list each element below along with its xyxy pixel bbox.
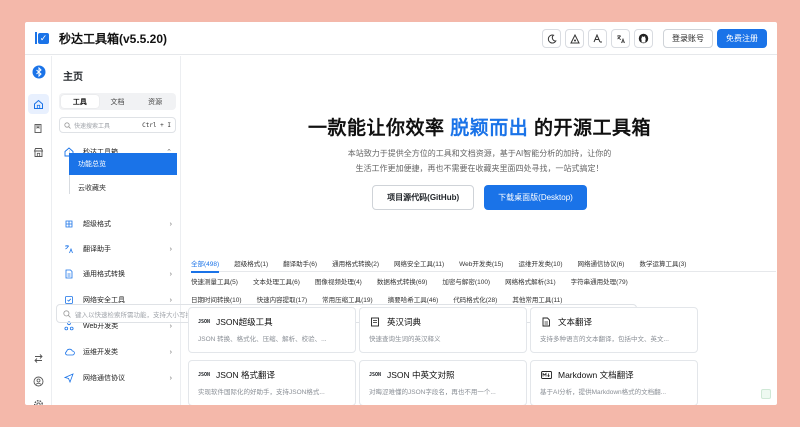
hero-desc-line: 本站致力于提供全方位的工具和文档资源，基于AI智能分析的加持，让你的 [347, 149, 612, 158]
sidebar-item-devops[interactable]: 运维开发类 › [59, 341, 176, 363]
chevron-right-icon: › [169, 374, 172, 382]
chevron-right-icon: › [169, 220, 172, 228]
sidebar-item-label: 运维开发类 [83, 349, 118, 356]
category-filter[interactable]: 快速测量工具(5) [191, 276, 238, 286]
floating-status-icon[interactable] [761, 389, 771, 399]
bookmark-icon[interactable] [28, 118, 49, 138]
github-icon[interactable] [634, 29, 653, 48]
category-filter[interactable]: 日期时间转换(10) [191, 294, 242, 304]
translate-icon[interactable] [611, 29, 630, 48]
category-filter[interactable]: 运维开发类(10) [518, 258, 562, 268]
app-window: ✓ 秒达工具箱(v5.5.20) 登录账号 免费注册 主页 工具 文档 资源 快… [25, 22, 777, 405]
tool-card-description: JSON 转换、格式化、压缩、解析、校验、... [198, 336, 327, 343]
chevron-right-icon: › [169, 322, 172, 330]
dictionary-icon [369, 317, 381, 327]
tool-card[interactable]: JSON JSON 格式翻译实现软件国际化的好助手，支持JSON格式... [188, 360, 356, 405]
tool-card[interactable]: Markdown 文档翻译基于AI分析，提供Markdown格式的文档翻... [530, 360, 698, 405]
sidebar-item-format-convert[interactable]: 通用格式转换 › [59, 263, 176, 285]
category-filter[interactable]: 全部(498) [191, 258, 220, 273]
category-filter[interactable]: 摘要哈希工具(46) [388, 294, 439, 304]
tool-card-title: 英汉词典 [387, 317, 422, 327]
category-filter[interactable]: 通用格式转换(2) [332, 258, 379, 268]
category-filter[interactable]: 翻译助手(6) [283, 258, 317, 268]
category-filter[interactable]: 数学运算工具(3) [639, 258, 686, 268]
category-filters: 全部(498) 超级格式(1) 翻译助手(6) 通用格式转换(2) 网络安全工具(11)… [191, 254, 776, 308]
category-filter[interactable]: Web开发类(15) [459, 258, 503, 268]
left-rail [25, 56, 52, 405]
sidebar-item-network-protocol[interactable]: 网络通信协议 › [59, 367, 176, 389]
tool-card[interactable]: JSON JSON超级工具 JSON 转换、格式化、压缩、解析、校验、... [188, 307, 356, 353]
category-filter[interactable]: 常用压缩工具(19) [322, 294, 373, 304]
category-filter[interactable]: 加密与解密(100) [442, 276, 490, 286]
search-icon [63, 309, 71, 318]
tool-card-title: JSON超级工具 [216, 317, 273, 327]
swap-arrows-icon[interactable] [28, 348, 49, 368]
json-icon: JSON [197, 319, 211, 325]
triangle-logo-icon[interactable] [565, 29, 584, 48]
tool-card[interactable]: 英汉词典快速查询生词的英汉释义 [359, 307, 527, 353]
file-convert-icon [63, 268, 75, 280]
download-desktop-button[interactable]: 下载桌面版(Desktop) [484, 185, 587, 210]
app-logo-icon: ✓ [35, 31, 51, 45]
chevron-right-icon: › [169, 270, 172, 278]
hero-title-highlight: 脱颖而出 [450, 118, 529, 139]
sidebar-item-label: 网络通信协议 [83, 375, 125, 382]
register-button[interactable]: 免费注册 [717, 29, 767, 48]
puzzle-icon [63, 218, 75, 230]
json-icon: JSON [197, 372, 211, 378]
tool-card-description: 实现软件国际化的好助手，支持JSON格式... [198, 389, 325, 396]
category-filter[interactable]: 字符串通用处理(79) [571, 276, 628, 286]
translate-icon [63, 243, 75, 255]
category-filter[interactable]: 超级格式(1) [234, 258, 268, 268]
sidebar-item-label: 超级格式 [83, 221, 111, 228]
sidebar-item-super-format[interactable]: 超级格式 › [59, 213, 176, 235]
sidebar-item-label: 翻译助手 [83, 246, 111, 253]
tool-search-placeholder: 键入以快速检索所需功能，支持大小写拼音 [75, 311, 199, 319]
sidebar-item-label: 通用格式转换 [83, 271, 125, 278]
tool-card-title: JSON 中英文对照 [387, 370, 455, 380]
hero-title: 一款能让你效率 脱颖而出 的开源工具箱 [182, 113, 777, 140]
user-icon[interactable] [28, 371, 49, 391]
hero-description: 本站致力于提供全方位的工具和文档资源，基于AI智能分析的加持，让你的 生活工作更… [317, 146, 642, 176]
chevron-right-icon: › [169, 245, 172, 253]
cloud-icon [63, 346, 75, 358]
tool-card-title: Markdown 文档翻译 [558, 370, 634, 380]
tool-card-description: 基于AI分析，提供Markdown格式的文档翻... [540, 389, 667, 396]
category-filter[interactable]: 其他常用工具(11) [512, 294, 562, 304]
tool-card-description: 支持多种语言的文本翻译，包括中文、英文... [540, 336, 669, 343]
bluetooth-app-icon[interactable] [28, 62, 49, 82]
category-filter[interactable]: 网络通信协议(6) [578, 258, 625, 268]
category-filter[interactable]: 文本处理工具(6) [253, 276, 300, 286]
github-source-button[interactable]: 项目源代码(GitHub) [372, 185, 475, 210]
tool-card-description: 快速查询生词的英汉释义 [369, 336, 441, 343]
font-size-icon[interactable] [588, 29, 607, 48]
category-filter[interactable]: 代码格式化(28) [453, 294, 497, 304]
chevron-right-icon: › [169, 348, 172, 356]
json-icon: JSON [368, 372, 382, 378]
category-filter[interactable]: 图像视频处理(4) [315, 276, 362, 286]
category-filter[interactable]: 网络安全工具(11) [394, 258, 444, 268]
hero-desc-line: 生活工作更加便捷，再也不需要在收藏夹里面四处寻找，一站式搞定！ [355, 164, 604, 173]
category-filter[interactable]: 快速内容提取(17) [257, 294, 308, 304]
home-icon[interactable] [28, 94, 49, 114]
settings-gear-icon[interactable] [28, 394, 49, 405]
store-icon[interactable] [28, 142, 49, 162]
category-filter[interactable]: 数据格式转换(69) [377, 276, 428, 286]
send-icon [63, 372, 75, 384]
chevron-right-icon: › [169, 296, 172, 304]
tool-card-description: 对晦涩难懂的JSON字段名，再也不用一个... [369, 389, 496, 396]
markdown-icon [540, 370, 552, 380]
tool-card-title: JSON 格式翻译 [216, 370, 276, 380]
category-filter[interactable]: 网络格式解析(31) [505, 276, 556, 286]
tool-card[interactable]: 文本翻译支持多种语言的文本翻译，包括中文、英文... [530, 307, 698, 353]
sidebar-item-translate[interactable]: 翻译助手 › [59, 238, 176, 260]
tool-card[interactable]: JSON JSON 中英文对照对晦涩难懂的JSON字段名，再也不用一个... [359, 360, 527, 405]
theme-moon-icon[interactable] [542, 29, 561, 48]
login-button[interactable]: 登录账号 [663, 29, 713, 48]
hero-title-prefix: 一款能让你效率 [307, 118, 445, 139]
tool-card-title: 文本翻译 [558, 317, 593, 327]
hero-title-suffix: 的开源工具箱 [534, 118, 652, 139]
document-icon [540, 317, 552, 327]
